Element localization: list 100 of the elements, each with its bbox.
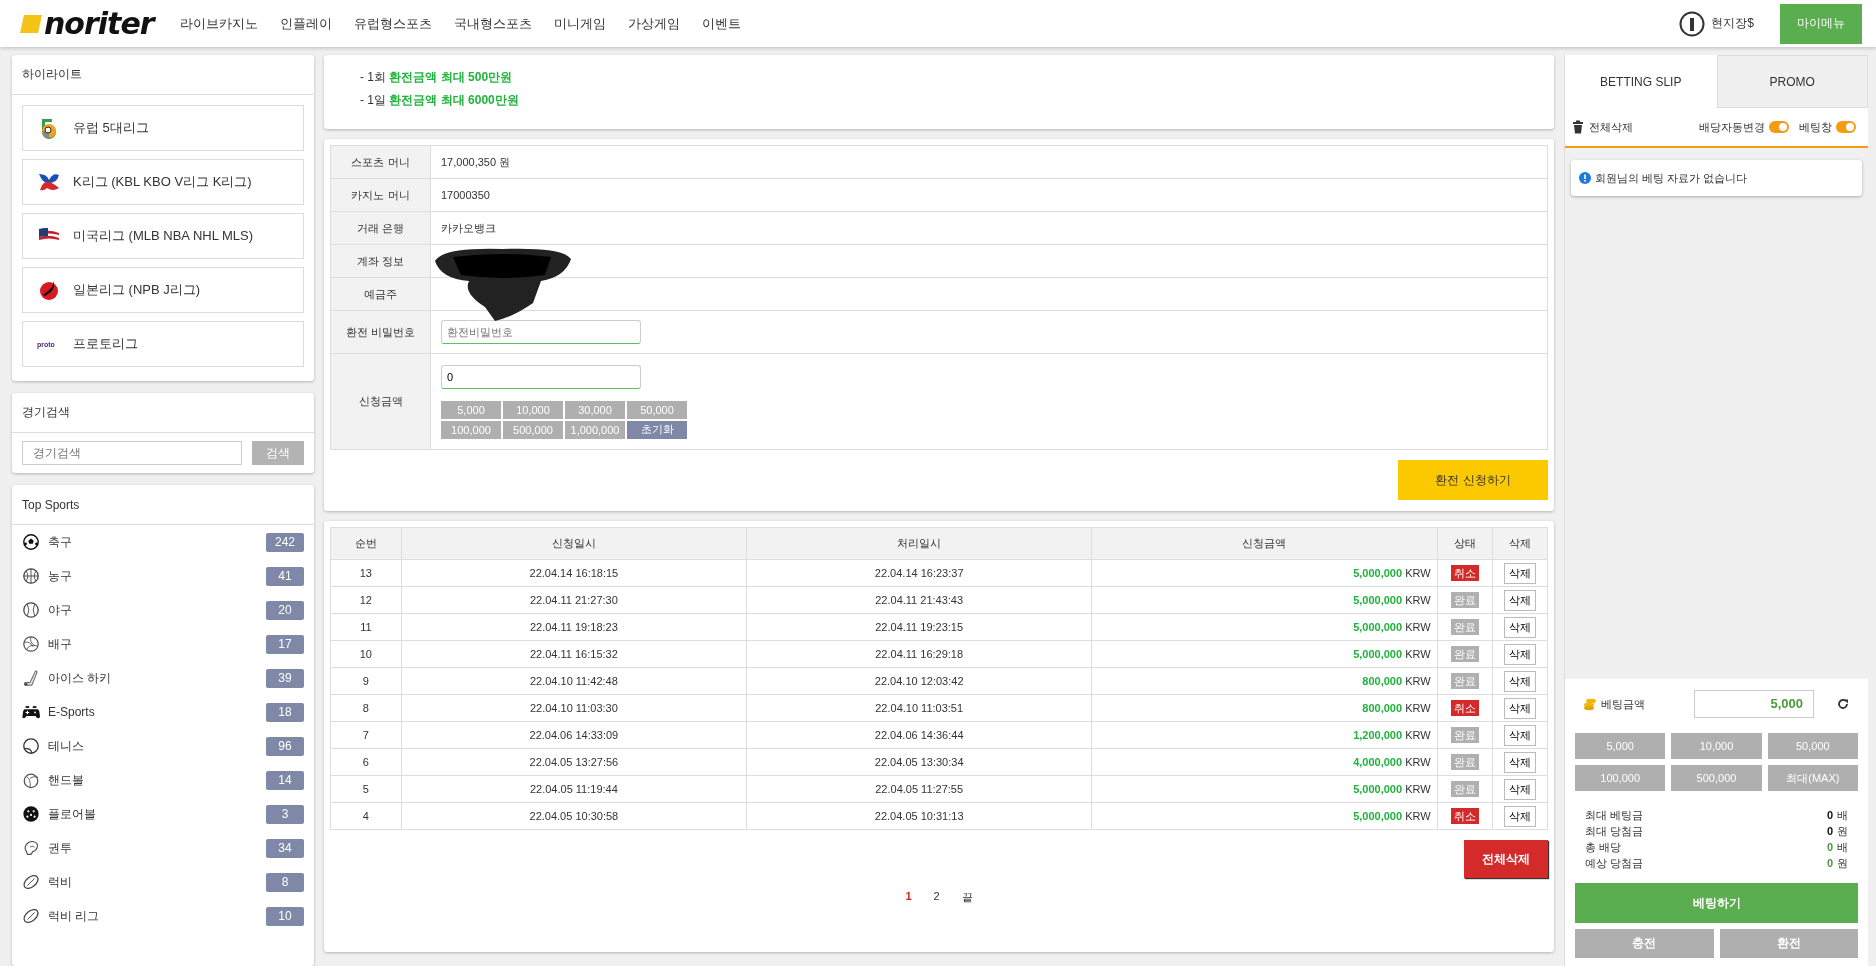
boxing-glove-icon [22,839,40,857]
count-badge: 34 [266,838,304,858]
stat-unit: 원 [1837,855,1848,871]
logo[interactable]: noriter [42,6,160,41]
sport-name[interactable]: 축구 [48,533,258,551]
sport-name[interactable]: 럭비 [48,873,258,891]
nav-link[interactable]: 라이브카지노 [179,14,258,33]
field-label: 환전 비밀번호 [330,310,431,354]
toggle-switch[interactable] [1769,121,1789,133]
stat-value: 0 [1826,857,1833,869]
table-cell: 22.04.05 13:27:56 [401,748,747,776]
sport-name[interactable]: 테니스 [48,737,258,755]
count-badge: 96 [266,736,304,756]
table-cell: 4 [330,802,402,830]
submit-button[interactable]: 환전 신청하기 [1398,460,1548,500]
panel-title: 경기검색 [22,404,70,421]
delete-button[interactable]: 삭제 [1503,778,1536,800]
table-cell: 6 [330,748,402,776]
league-item[interactable]: 유럽 5대리그 [22,105,304,151]
table-cell: 9 [330,667,402,695]
table-cell: 22.04.11 21:43:43 [746,586,1092,614]
league-item[interactable]: K리그 (KBL KBO V리그 K리그) [22,159,304,205]
delete-button[interactable]: 삭제 [1503,562,1536,584]
table-cell: 7 [330,721,402,749]
sport-name[interactable]: 핸드볼 [48,771,258,789]
count-badge: 242 [266,532,304,552]
page-link[interactable]: 끝 [957,888,977,907]
sport-name[interactable]: E-Sports [48,705,258,719]
page-link[interactable]: 2 [929,888,944,907]
reset-button[interactable]: 초기화 [627,420,687,439]
amount-cell: 5,000,000 KRW [1091,586,1438,614]
nav-link[interactable]: 유럽형스포츠 [353,14,432,33]
sport-name[interactable]: 농구 [48,567,258,585]
delete-button[interactable]: 삭제 [1503,697,1536,719]
coins-icon [1583,697,1597,711]
basketball-icon [22,567,40,585]
table-cell: 11 [330,613,402,641]
status-badge: 완료 [1450,753,1479,770]
delete-button[interactable]: 삭제 [1503,751,1536,773]
stat-label: 총 배당 [1585,839,1623,855]
table-cell: 22.04.11 21:27:30 [401,586,747,614]
panel-title: 하이라이트 [22,66,82,83]
amount-cell: 4,000,000 KRW [1091,748,1438,776]
sport-name[interactable]: 권투 [48,839,258,857]
nav-link[interactable]: 미니게임 [553,14,606,33]
count-badge: 14 [266,770,304,790]
tab[interactable]: PROMO [1716,55,1868,108]
field-label: 거래 은행 [330,211,431,245]
trash-icon[interactable] [1571,120,1585,134]
stat-unit: 배 [1837,807,1848,823]
nav-link[interactable]: 가상게임 [627,14,680,33]
sport-name[interactable]: 야구 [48,601,258,619]
status-badge: 완료 [1450,591,1479,608]
table-cell: 22.04.11 16:15:32 [401,640,747,668]
info-icon [1579,172,1591,184]
sport-name[interactable]: 럭비 리그 [48,907,258,925]
password-field[interactable]: 환전비밀번호 [441,320,641,344]
refresh-icon[interactable] [1836,697,1850,711]
stat-value: 0 [1826,841,1833,853]
user-name: 현지장$ [1711,15,1754,32]
emblem-icon [1679,10,1706,37]
league-item[interactable]: 미국리그 (MLB NBA NHL MLS) [22,213,304,259]
sport-name[interactable]: 플로어볼 [48,805,258,823]
table-cell: 22.04.05 10:30:58 [401,802,747,830]
stat-label: 최대 베팅금 [1585,807,1645,823]
page-link[interactable]: 1 [901,888,916,907]
league-item[interactable]: 일본리그 (NPB J리그) [22,267,304,313]
amount-field[interactable]: 0 [441,364,641,389]
sport-name[interactable]: 아이스 하키 [48,669,258,687]
table-cell: 8 [330,694,402,722]
volleyball-icon [22,635,40,653]
delete-button[interactable]: 삭제 [1503,724,1536,746]
count-badge: 39 [266,668,304,688]
sport-name[interactable]: 배구 [48,635,258,653]
handball-icon [22,771,40,789]
table-cell: 22.04.05 11:19:44 [401,775,747,803]
delete-button[interactable]: 삭제 [1503,643,1536,665]
delete-button[interactable]: 삭제 [1503,805,1536,827]
bet-amount-field[interactable]: 5,000 [1694,690,1814,718]
nav-link[interactable]: 국내형스포츠 [453,14,532,33]
bet-amount-label: 베팅금액 [1601,696,1646,712]
clear-all-link[interactable]: 전체삭제 [1589,119,1695,135]
status-badge: 취소 [1450,807,1479,824]
soccer-ball-icon [22,533,40,551]
amount-cell: 5,000,000 KRW [1091,640,1438,668]
nav-link[interactable]: 이벤트 [701,14,741,33]
field-value: 17,000,350 원 [441,155,511,168]
delete-button[interactable]: 삭제 [1503,589,1536,611]
toggle-switch[interactable] [1836,121,1856,133]
count-badge: 18 [266,702,304,722]
delete-all-button[interactable]: 전체삭제 [1464,840,1548,878]
delete-button[interactable]: 삭제 [1503,616,1536,638]
field-label: 스포츠 머니 [330,145,431,179]
nav-link[interactable]: 인플레이 [279,14,332,33]
status-badge: 완료 [1450,780,1479,797]
search-field[interactable]: 경기검색 [22,441,242,465]
gamepad-icon [22,703,40,721]
column-header: 순번 [330,527,402,560]
delete-button[interactable]: 삭제 [1503,670,1536,692]
stat-value: 0 [1826,809,1833,821]
